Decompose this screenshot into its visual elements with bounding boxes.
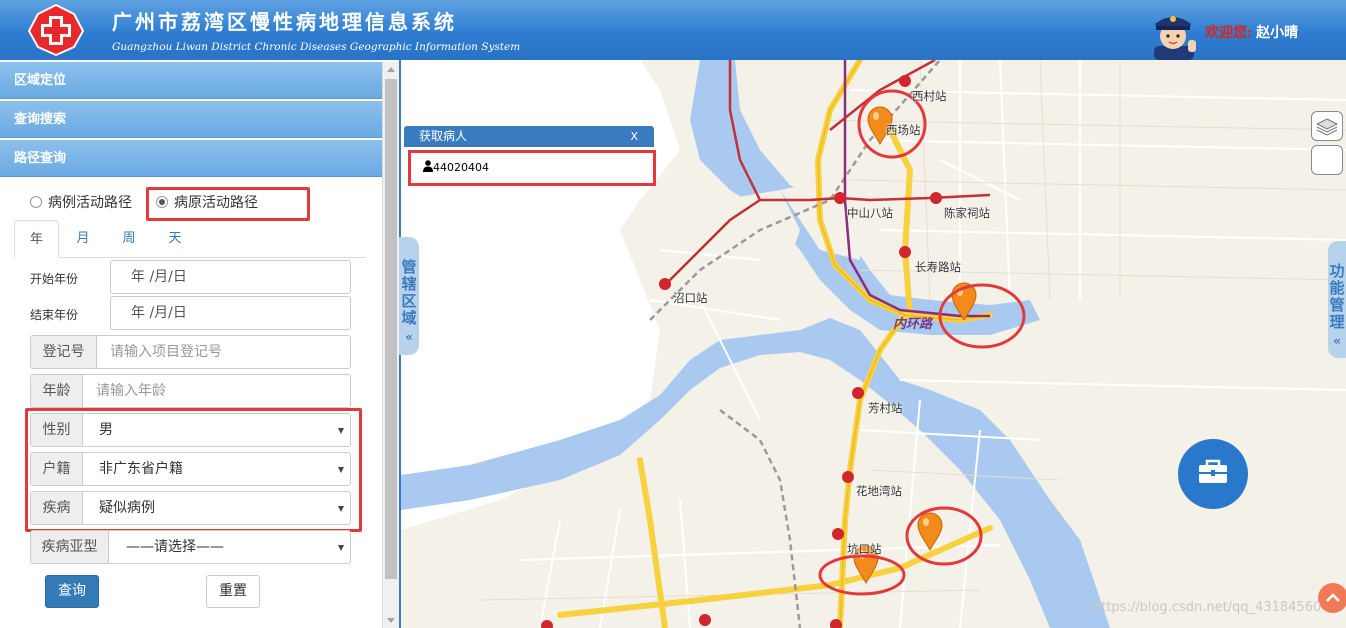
police-avatar-icon — [1154, 16, 1196, 60]
tab-char: 区 — [401, 292, 417, 310]
patient-entry[interactable]: 44020404 — [408, 150, 656, 186]
start-date-input[interactable]: 年 /月/日 — [110, 260, 351, 294]
function-tab-label: 功能管理 — [1328, 263, 1346, 331]
station-label: 西村站 — [912, 89, 947, 103]
tab-char: 功 — [1329, 262, 1345, 280]
jurisdiction-tab-label: 管辖区域 — [399, 259, 419, 327]
toolbox-icon — [1199, 459, 1227, 483]
accordion-region-locate[interactable]: 区域定位 — [0, 62, 382, 99]
patient-id: 44020404 — [433, 161, 489, 174]
station-label: 沼口站 — [673, 291, 708, 305]
tab-char: 管 — [401, 258, 417, 276]
registration-placeholder: 请输入项目登记号 — [110, 344, 222, 360]
end-date-input[interactable]: 年 /月/日 — [110, 296, 351, 330]
station-label: 西场站 — [886, 123, 921, 137]
scroll-down-icon[interactable] — [387, 618, 395, 623]
disease-subtype-value: ——请选择—— — [126, 539, 224, 555]
accordion-query-search[interactable]: 查询搜索 — [0, 101, 382, 138]
station-label: 陈家祠站 — [944, 206, 990, 220]
function-panel-tab[interactable]: 功能管理 « — [1328, 241, 1346, 358]
patient-popup: 获取病人 X 44020404 — [404, 126, 656, 188]
jurisdiction-panel-tab[interactable]: 管辖区域 « — [399, 237, 419, 355]
road-label: 内环路 — [893, 317, 933, 332]
station-label: 花地湾站 — [856, 484, 902, 498]
back-to-top-icon — [1326, 593, 1340, 602]
sidebar-scrollbar[interactable] — [382, 62, 399, 628]
close-icon[interactable]: X — [630, 126, 638, 147]
scrollbar-thumb[interactable] — [385, 79, 397, 579]
age-placeholder: 请输入年龄 — [96, 383, 166, 399]
back-to-top-button[interactable] — [1318, 583, 1346, 613]
registration-label: 登记号 — [31, 336, 97, 368]
welcome-text: 欢迎您: 赵小晴 — [1205, 22, 1298, 42]
tab-char: 理 — [1329, 313, 1345, 331]
registration-field[interactable]: 登记号 请输入项目登记号 — [30, 335, 351, 369]
start-year-label: 开始年份 — [30, 272, 79, 286]
tab-char: 域 — [401, 309, 417, 327]
welcome-label: 欢迎您: — [1205, 25, 1253, 41]
app-subtitle: Guangzhou Liwan District Chronic Disease… — [112, 41, 521, 53]
tab-month[interactable]: 月 — [68, 220, 98, 258]
watermark-text: https://blog.csdn.net/qq_43184560 — [1093, 600, 1322, 615]
highlight-path-type — [146, 187, 310, 221]
scroll-up-icon[interactable] — [387, 67, 395, 72]
highlight-filter-group — [25, 408, 362, 532]
toolbox-button[interactable] — [1178, 439, 1248, 509]
tab-day[interactable]: 天 — [160, 220, 190, 258]
popup-title: 获取病人 — [419, 129, 468, 143]
age-label: 年龄 — [31, 375, 83, 407]
disease-subtype-label: 疾病亚型 — [31, 531, 109, 563]
tab-week[interactable]: 周 — [114, 220, 144, 258]
station-label: 坑口站 — [847, 542, 882, 556]
popup-header: 获取病人 X — [404, 126, 654, 147]
map-control-button[interactable] — [1311, 145, 1343, 175]
tab-char: 能 — [1329, 279, 1345, 297]
tab-char: 管 — [1329, 296, 1345, 314]
station-label: 中山八站 — [847, 206, 893, 220]
collapse-icon: « — [405, 330, 413, 344]
chevron-down-icon — [338, 545, 344, 551]
red-cross-icon — [28, 4, 84, 56]
reset-button[interactable]: 重置 — [206, 575, 260, 608]
station-label: 长寿路站 — [915, 260, 961, 274]
layers-button[interactable] — [1311, 111, 1343, 141]
period-tabs: 年 月 周 天 — [14, 220, 366, 258]
station-label: 芳村站 — [868, 401, 903, 415]
accordion-path-query[interactable]: 路径查询 — [0, 140, 382, 177]
expand-icon: « — [1333, 334, 1341, 348]
tab-char: 辖 — [401, 275, 417, 293]
radio-case-path[interactable]: 病例活动路径 — [30, 192, 132, 212]
disease-subtype-select[interactable]: 疾病亚型 ——请选择—— — [30, 530, 351, 564]
user-name: 赵小晴 — [1256, 25, 1299, 41]
query-button[interactable]: 查询 — [45, 575, 99, 608]
tab-year[interactable]: 年 — [14, 220, 59, 258]
radio-button[interactable] — [30, 196, 42, 208]
radio-case-path-label: 病例活动路径 — [48, 195, 132, 211]
layers-icon — [1315, 118, 1339, 136]
end-year-label: 结束年份 — [30, 308, 79, 322]
person-icon — [423, 160, 433, 172]
app-header: 广州市荔湾区慢性病地理信息系统 Guangzhou Liwan District… — [0, 0, 1346, 60]
app-title: 广州市荔湾区慢性病地理信息系统 — [112, 10, 457, 34]
app-root: 广州市荔湾区慢性病地理信息系统 Guangzhou Liwan District… — [0, 0, 1346, 628]
age-field[interactable]: 年龄 请输入年龄 — [30, 374, 351, 408]
